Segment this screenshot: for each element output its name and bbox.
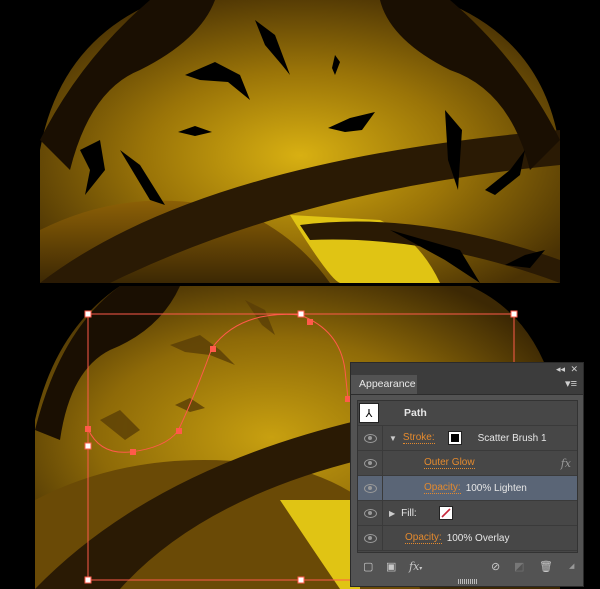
appearance-panel: ◂◂ ✕ Appearance ▾≡ ⅄ Path ▼ Stroke: Scat… <box>350 362 584 587</box>
outer-glow-label[interactable]: Outer Glow <box>424 457 475 469</box>
add-effect-button[interactable]: fx▾ <box>409 560 422 576</box>
opacity-value: 100% Lighten <box>465 482 527 494</box>
path-thumbnail-icon: ⅄ <box>359 403 379 423</box>
add-new-fill-icon[interactable]: ▣ <box>386 560 396 574</box>
fill-row[interactable]: ▶ Fill: <box>358 501 577 526</box>
opacity-value: 100% Overlay <box>446 532 510 544</box>
visibility-toggle[interactable] <box>358 476 383 500</box>
object-type: Path <box>404 407 427 419</box>
halloween-illustration <box>40 0 560 283</box>
stroke-swatch[interactable] <box>447 431 462 445</box>
trash-icon[interactable]: 🗑 <box>539 560 553 574</box>
clear-appearance-icon[interactable]: ⊘ <box>491 560 500 574</box>
none-slash-icon <box>441 508 451 518</box>
panel-resize-handle[interactable] <box>458 579 478 584</box>
duplicate-item-icon[interactable]: ◩ <box>514 560 524 574</box>
resize-grip-icon[interactable]: ◢ <box>569 560 574 574</box>
appearance-list: ⅄ Path ▼ Stroke: Scatter Brush 1 Outer G… <box>357 400 578 553</box>
visibility-toggle[interactable] <box>358 426 383 450</box>
close-icon[interactable]: ✕ <box>570 363 578 375</box>
opacity-row-overlay[interactable]: Opacity: 100% Overlay <box>358 526 577 551</box>
artwork-preview-top <box>0 0 600 283</box>
eye-icon <box>363 433 377 443</box>
fill-swatch-none[interactable] <box>438 506 453 520</box>
object-row[interactable]: ⅄ Path <box>358 401 577 426</box>
visibility-toggle[interactable] <box>358 451 383 475</box>
stroke-row[interactable]: ▼ Stroke: Scatter Brush 1 <box>358 426 577 451</box>
opacity-label[interactable]: Opacity: <box>405 532 442 544</box>
triangle-down-icon[interactable]: ▼ <box>389 434 397 443</box>
effect-row-outer-glow[interactable]: Outer Glow fx <box>358 451 577 476</box>
stroke-label[interactable]: Stroke: <box>402 432 435 444</box>
fill-label[interactable]: Fill: <box>401 508 417 519</box>
visibility-toggle[interactable] <box>358 526 383 550</box>
visibility-toggle[interactable] <box>358 501 383 525</box>
eye-icon <box>363 533 377 543</box>
panel-menu-icon[interactable]: ▾≡ <box>565 378 577 390</box>
opacity-row-lighten[interactable]: Opacity: 100% Lighten <box>358 476 577 501</box>
tab-appearance[interactable]: Appearance <box>351 375 417 394</box>
panel-titlebar[interactable]: ◂◂ ✕ <box>351 363 583 375</box>
fx-icon: fx <box>560 456 571 470</box>
stroke-brush[interactable]: Scatter Brush 1 <box>478 433 547 444</box>
double-chevron-left-icon[interactable]: ◂◂ <box>556 363 565 375</box>
panel-toolbar: ▢ ▣ fx▾ ⊘ ◩ 🗑 ◢ <box>351 558 583 576</box>
eye-icon <box>363 483 377 493</box>
eye-icon <box>363 508 377 518</box>
eye-icon <box>363 458 377 468</box>
add-new-stroke-icon[interactable]: ▢ <box>363 560 373 574</box>
panel-tabbar: Appearance ▾≡ <box>351 375 583 395</box>
triangle-right-icon[interactable]: ▶ <box>389 509 395 518</box>
opacity-label[interactable]: Opacity: <box>424 482 461 494</box>
